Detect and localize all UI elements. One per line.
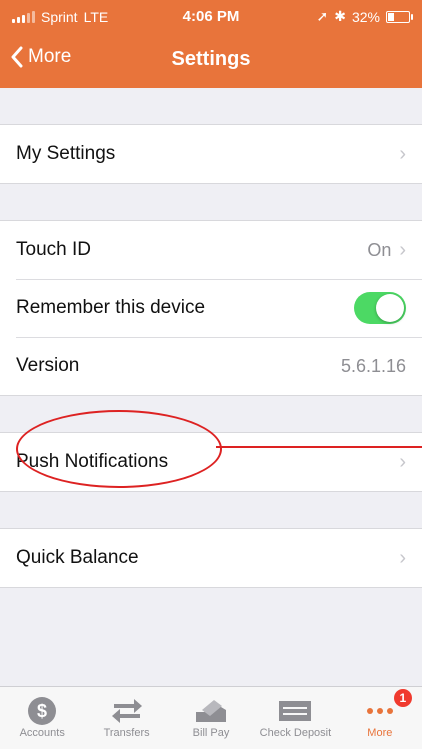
tab-bill-pay[interactable]: Bill Pay (169, 687, 253, 749)
tab-transfers-label: Transfers (103, 727, 150, 739)
tab-bar: $ Accounts Transfers Bill Pay Check Depo… (0, 686, 422, 749)
section-spacer (0, 396, 422, 433)
push-notifications-label: Push Notifications (16, 451, 169, 472)
tab-bill-pay-label: Bill Pay (192, 727, 230, 739)
tab-check-deposit-label: Check Deposit (259, 727, 332, 739)
chevron-right-icon: › (399, 450, 406, 473)
tab-accounts[interactable]: $ Accounts (0, 687, 84, 749)
group-device: Touch ID On › Remember this device Versi… (0, 221, 422, 396)
push-notifications-row[interactable]: Push Notifications › (0, 433, 422, 491)
remember-device-toggle[interactable] (354, 292, 406, 324)
toggle-knob (376, 294, 404, 322)
more-dots-icon (365, 695, 395, 727)
notification-badge: 1 (393, 689, 412, 707)
chevron-right-icon: › (399, 142, 406, 165)
touch-id-label: Touch ID (16, 239, 91, 260)
section-spacer (0, 184, 422, 221)
svg-text:$: $ (37, 701, 47, 721)
battery-percent: 32% (351, 8, 380, 25)
tab-more-label: More (367, 727, 393, 739)
tab-more[interactable]: 1 More (338, 687, 422, 749)
quick-balance-row[interactable]: Quick Balance › (0, 529, 422, 587)
settings-list: My Settings › Touch ID On › Remember thi… (0, 88, 422, 588)
tab-transfers[interactable]: Transfers (84, 687, 168, 749)
header: Sprint LTE 4:06 PM ➚ ✱ 32% More Settings (0, 0, 422, 88)
group-push: Push Notifications › (0, 433, 422, 492)
check-icon (278, 695, 312, 727)
location-icon: ➚ (316, 8, 329, 24)
touch-id-row[interactable]: Touch ID On › (0, 221, 422, 279)
touch-id-value: On (367, 239, 392, 260)
group-my-settings: My Settings › (0, 125, 422, 184)
section-spacer (0, 492, 422, 529)
group-quick-balance: Quick Balance › (0, 529, 422, 588)
bluetooth-icon: ✱ (334, 8, 346, 24)
nav-bar: More Settings (0, 36, 422, 88)
my-settings-label: My Settings (16, 143, 116, 164)
annotation-line (216, 446, 422, 448)
chevron-right-icon: › (399, 238, 406, 261)
my-settings-row[interactable]: My Settings › (0, 125, 422, 183)
tab-accounts-label: Accounts (19, 727, 65, 739)
version-row: Version 5.6.1.16 (0, 337, 422, 395)
status-right: ➚ ✱ 32% (316, 8, 413, 25)
version-value: 5.6.1.16 (340, 355, 406, 376)
transfer-arrows-icon (110, 695, 144, 727)
page-title: Settings (171, 48, 251, 70)
tab-check-deposit[interactable]: Check Deposit (253, 687, 337, 749)
bill-pay-icon (194, 695, 228, 727)
section-spacer (0, 88, 422, 125)
status-bar: Sprint LTE 4:06 PM ➚ ✱ 32% (0, 0, 422, 36)
battery-icon (386, 10, 413, 23)
remember-device-row: Remember this device (0, 279, 422, 337)
remember-device-label: Remember this device (16, 297, 206, 318)
chevron-right-icon: › (399, 546, 406, 569)
quick-balance-label: Quick Balance (16, 547, 139, 568)
dollar-icon: $ (27, 695, 57, 727)
version-label: Version (16, 355, 80, 376)
